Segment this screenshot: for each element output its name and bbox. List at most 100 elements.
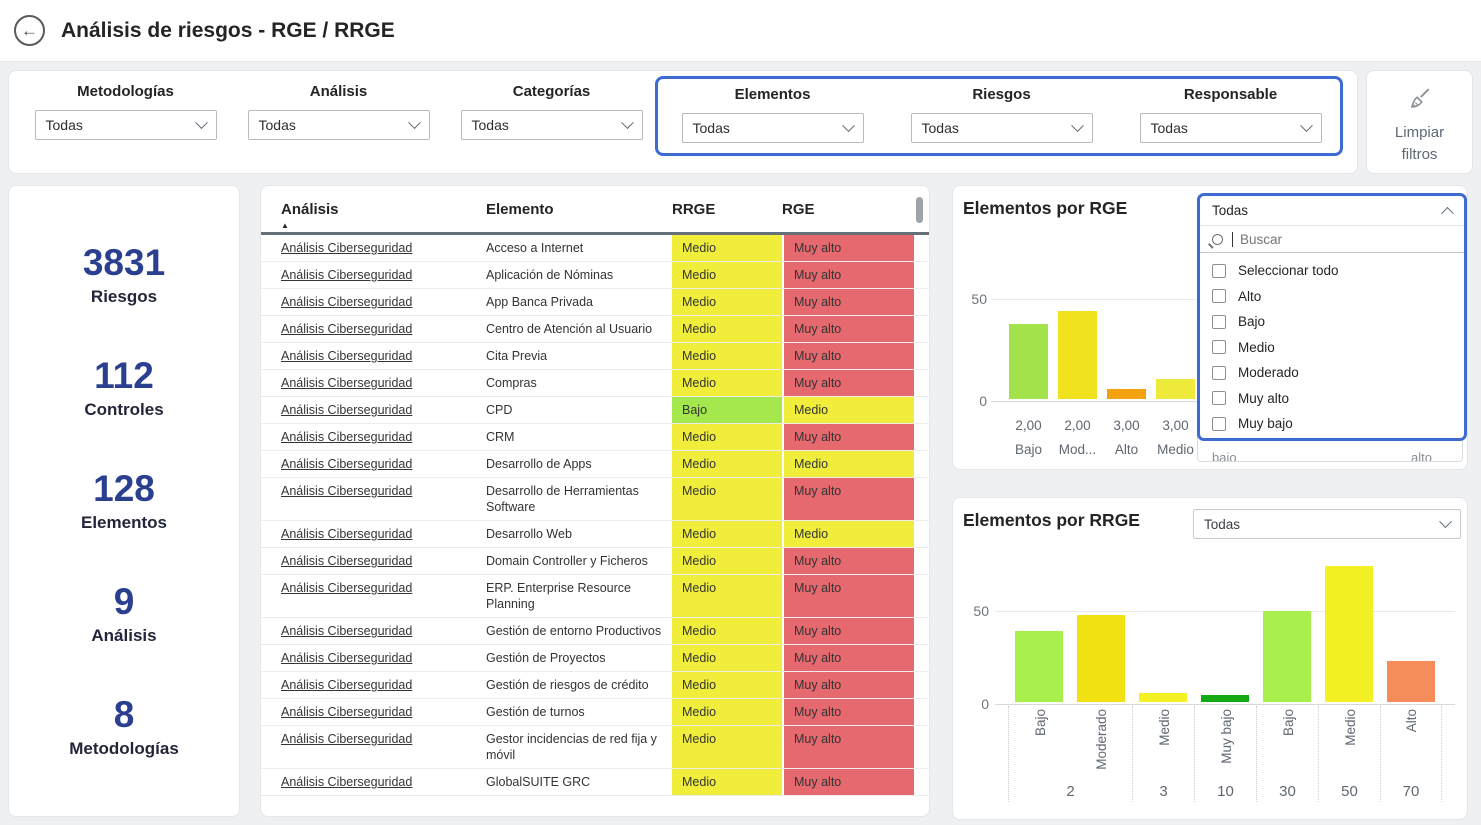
bar[interactable]	[1201, 695, 1249, 702]
slicer-option[interactable]: Seleccionar todo	[1200, 258, 1464, 284]
group-number-label: 3	[1133, 783, 1194, 800]
group-number-label: 70	[1381, 783, 1441, 800]
selected-value: Todas	[1151, 120, 1188, 136]
analisis-link[interactable]: Análisis Ciberseguridad	[281, 457, 412, 471]
bar-group	[1318, 557, 1380, 702]
risk-table: Análisis ▲ Elemento RRGE RGE Análisis Ci…	[260, 185, 930, 817]
kpi-card: 112 Controles	[84, 356, 163, 420]
elemento-cell: Gestor incidencias de red fija y móvil	[486, 726, 672, 768]
bar[interactable]	[1077, 615, 1125, 702]
analisis-link[interactable]: Análisis Ciberseguridad	[281, 678, 412, 692]
elemento-cell: ERP. Enterprise Resource Planning	[486, 575, 672, 617]
responsable-select[interactable]: Todas	[1140, 113, 1322, 143]
category-label: Bajo	[1033, 709, 1048, 736]
slicer-dropdown-header[interactable]: Todas	[1200, 196, 1464, 226]
category-label: Moderado	[1094, 709, 1109, 770]
analisis-link[interactable]: Análisis Ciberseguridad	[281, 554, 412, 568]
analisis-link[interactable]: Análisis Ciberseguridad	[281, 430, 412, 444]
broom-icon	[1406, 85, 1434, 113]
metodologias-select[interactable]: Todas	[35, 110, 217, 140]
slicer-option[interactable]: Muy bajo	[1200, 411, 1464, 437]
analisis-link[interactable]: Análisis Ciberseguridad	[281, 624, 412, 638]
analisis-link[interactable]: Análisis Ciberseguridad	[281, 651, 412, 665]
slicer-options-list: Seleccionar todo Alto Bajo Medio	[1200, 253, 1464, 437]
analisis-cell: Análisis Ciberseguridad	[281, 397, 486, 423]
clear-filters-button[interactable]: Limpiar filtros	[1366, 70, 1473, 174]
label-group: Muy bajo10	[1194, 706, 1256, 802]
checkbox-unchecked-icon[interactable]	[1212, 340, 1226, 354]
risk-analysis-dashboard: ← Análisis de riesgos - RGE / RRGE Metod…	[0, 0, 1481, 825]
column-header-elemento[interactable]: Elemento	[486, 201, 672, 230]
rrge-cell: Medio	[672, 424, 782, 450]
analisis-link[interactable]: Análisis Ciberseguridad	[281, 732, 412, 746]
analisis-link[interactable]: Análisis Ciberseguridad	[281, 527, 412, 541]
bar[interactable]	[1139, 693, 1187, 702]
checkbox-unchecked-icon[interactable]	[1212, 264, 1226, 278]
categorias-select[interactable]: Todas	[461, 110, 643, 140]
search-icon	[1212, 234, 1223, 245]
elemento-cell: Gestión de riesgos de crédito	[486, 672, 672, 698]
analisis-link[interactable]: Análisis Ciberseguridad	[281, 268, 412, 282]
x-axis-labels: 2,00Bajo2,00Mod...3,00Alto3,00Medio	[1004, 414, 1200, 462]
analisis-link[interactable]: Análisis Ciberseguridad	[281, 376, 412, 390]
elementos-select[interactable]: Todas	[682, 113, 864, 143]
column-header-analisis[interactable]: Análisis ▲	[281, 201, 486, 230]
analisis-link[interactable]: Análisis Ciberseguridad	[281, 241, 412, 255]
rge-cell: Muy alto	[782, 645, 914, 671]
bar[interactable]	[1015, 631, 1063, 702]
slicer-option[interactable]: Moderado	[1200, 360, 1464, 386]
table-body: Análisis Ciberseguridad Acceso a Interne…	[261, 235, 929, 796]
elemento-cell: CPD	[486, 397, 672, 423]
analisis-link[interactable]: Análisis Ciberseguridad	[281, 484, 412, 498]
analisis-link[interactable]: Análisis Ciberseguridad	[281, 775, 412, 789]
kpi-value: 8	[69, 695, 179, 735]
bar[interactable]	[1387, 661, 1435, 702]
checkbox-unchecked-icon[interactable]	[1212, 315, 1226, 329]
checkbox-unchecked-icon[interactable]	[1212, 417, 1226, 431]
rge-cell: Muy alto	[782, 769, 914, 795]
riesgos-select[interactable]: Todas	[911, 113, 1093, 143]
analisis-select[interactable]: Todas	[248, 110, 430, 140]
analisis-cell: Análisis Ciberseguridad	[281, 521, 486, 547]
rrge-cell: Medio	[672, 370, 782, 396]
analisis-cell: Análisis Ciberseguridad	[281, 235, 486, 261]
table-row: Análisis Ciberseguridad Cita Previa Medi…	[261, 343, 929, 370]
checkbox-unchecked-icon[interactable]	[1212, 391, 1226, 405]
analisis-link[interactable]: Análisis Ciberseguridad	[281, 295, 412, 309]
analisis-link[interactable]: Análisis Ciberseguridad	[281, 322, 412, 336]
bar[interactable]	[1058, 311, 1097, 399]
bar[interactable]	[1325, 566, 1373, 702]
bar[interactable]	[1107, 389, 1146, 399]
slicer-option[interactable]: Bajo	[1200, 309, 1464, 335]
rge-cell: Muy alto	[782, 343, 914, 369]
slicer-option[interactable]: Alto	[1200, 284, 1464, 310]
search-input[interactable]	[1240, 232, 1410, 247]
table-scrollbar-thumb[interactable]	[916, 197, 923, 223]
option-label: Seleccionar todo	[1238, 263, 1339, 278]
analisis-link[interactable]: Análisis Ciberseguridad	[281, 705, 412, 719]
rrge-cell: Medio	[672, 548, 782, 574]
category-label: Medio	[1157, 709, 1172, 746]
group-number-label: 30	[1257, 783, 1318, 800]
clear-filters-label-line2: filtros	[1367, 144, 1472, 166]
rge-cell: Muy alto	[782, 548, 914, 574]
slicer-option[interactable]: Muy alto	[1200, 386, 1464, 412]
checkbox-unchecked-icon[interactable]	[1212, 289, 1226, 303]
back-button[interactable]: ←	[14, 15, 45, 46]
bar[interactable]	[1263, 611, 1311, 702]
bar[interactable]	[1156, 379, 1195, 399]
rrge-chart-plot: 500BajoModerado2Medio3Muy bajo10Bajo30Me…	[953, 498, 1467, 819]
column-header-rge[interactable]: RGE	[782, 201, 914, 230]
column-header-rrge[interactable]: RRGE	[672, 201, 782, 230]
bar[interactable]	[1009, 324, 1048, 399]
rge-cell: Muy alto	[782, 424, 914, 450]
filter-metodologias: Metodologías Todas	[19, 83, 232, 140]
analisis-link[interactable]: Análisis Ciberseguridad	[281, 349, 412, 363]
elemento-cell: App Banca Privada	[486, 289, 672, 315]
elemento-cell: Aplicación de Nóminas	[486, 262, 672, 288]
analisis-link[interactable]: Análisis Ciberseguridad	[281, 581, 412, 595]
analisis-link[interactable]: Análisis Ciberseguridad	[281, 403, 412, 417]
slicer-option[interactable]: Medio	[1200, 335, 1464, 361]
rrge-cell: Medio	[672, 726, 782, 768]
checkbox-unchecked-icon[interactable]	[1212, 366, 1226, 380]
